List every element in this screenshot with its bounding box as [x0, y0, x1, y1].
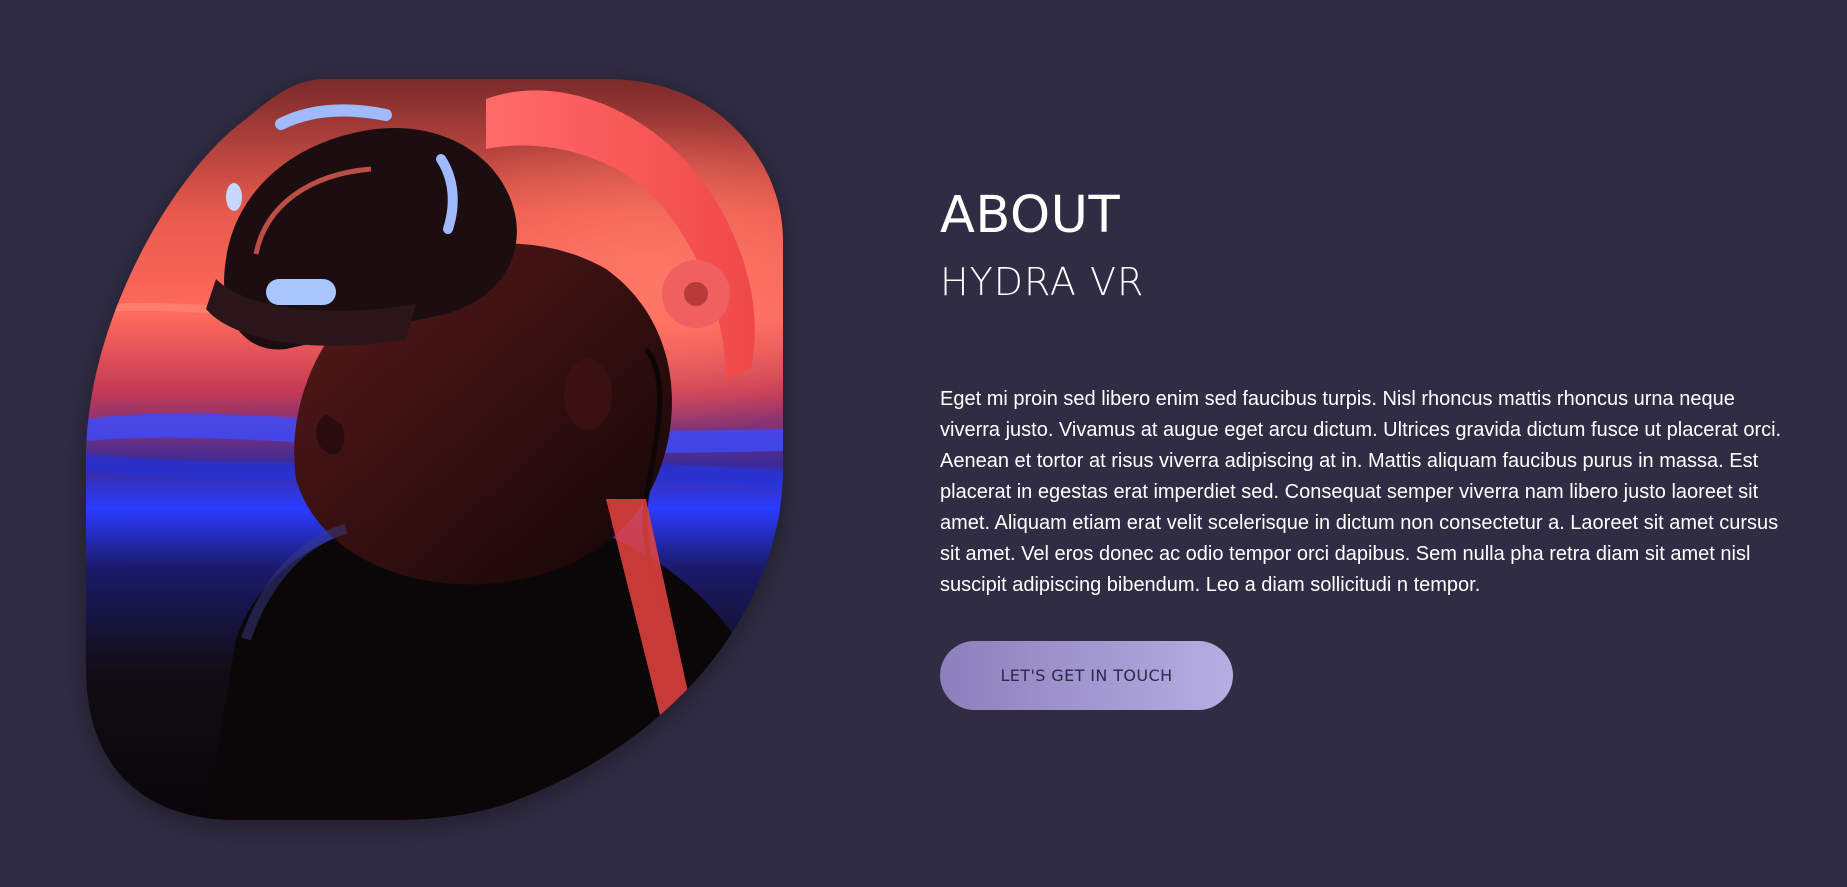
about-section: ABOUT HYDRA VR Eget mi proin sed libero … — [0, 0, 1847, 887]
vr-person-image — [86, 79, 783, 820]
about-subtitle: HYDRA VR — [940, 260, 1145, 304]
get-in-touch-button[interactable]: LET'S GET IN TOUCH — [940, 641, 1233, 710]
about-content: ABOUT HYDRA VR Eget mi proin sed libero … — [940, 188, 1790, 710]
about-title: ABOUT — [940, 186, 1121, 245]
about-description: Eget mi proin sed libero enim sed faucib… — [940, 388, 1782, 596]
vr-photo — [86, 79, 783, 820]
